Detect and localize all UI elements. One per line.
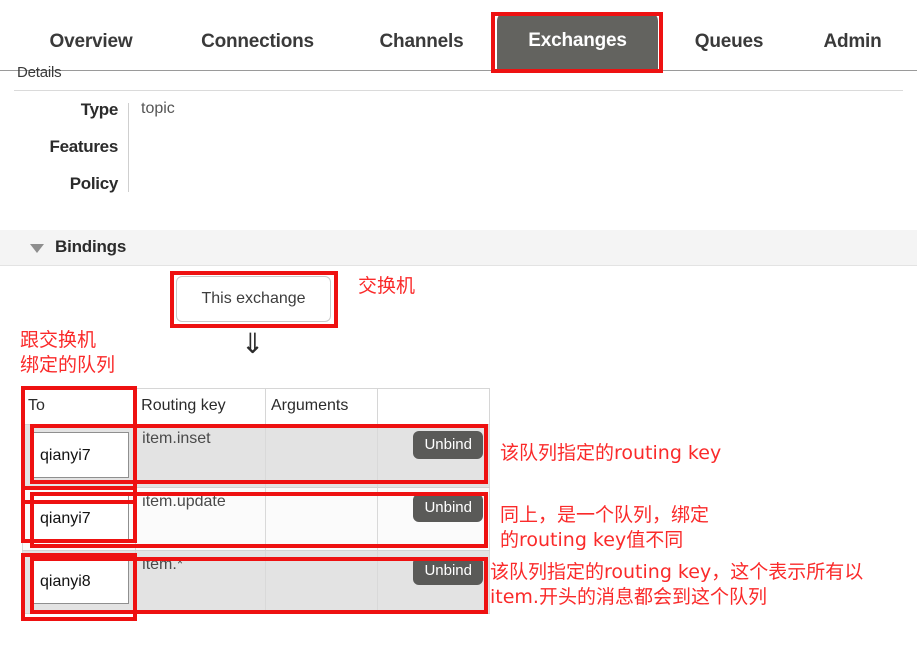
cell-action: Unbind [376, 487, 491, 551]
detail-key-policy: Policy [69, 174, 119, 193]
unbind-button[interactable]: Unbind [413, 557, 483, 585]
annotation-text-exchange: 交换机 [358, 275, 416, 297]
nav-tab-overview[interactable]: Overview [31, 13, 151, 70]
cell-arguments [265, 550, 378, 614]
unbind-button[interactable]: Unbind [413, 494, 483, 522]
bindings-section-title: Bindings [55, 237, 127, 256]
details-divider-rule [14, 90, 903, 91]
nav-tab-exchanges[interactable]: Exchanges [497, 12, 658, 70]
triangle-down-icon[interactable] [30, 244, 44, 253]
table-row: qianyi7 item.inset Unbind [21, 424, 491, 488]
arguments-value [266, 425, 377, 430]
queue-link-qianyi7[interactable]: qianyi7 [30, 495, 130, 541]
queue-link-qianyi8[interactable]: qianyi8 [30, 558, 130, 604]
cell-routing-key: item.* [135, 550, 266, 614]
cell-to: qianyi8 [21, 550, 137, 614]
column-header-to[interactable]: To [21, 388, 137, 425]
details-section-label: Details [17, 64, 62, 81]
routing-key-value: item.* [142, 556, 184, 573]
cell-routing-key: item.inset [135, 424, 266, 488]
annotation-text-queues-bound: 跟交换机 绑定的队列 [20, 329, 116, 376]
bindings-table: To Routing key Arguments qianyi7 item.in… [21, 388, 491, 614]
unbind-button[interactable]: Unbind [413, 431, 483, 459]
annotation-text-row1: 该队列指定的routing key [500, 442, 722, 464]
arguments-value [266, 551, 377, 556]
routing-key-value: item.inset [142, 430, 211, 447]
detail-row-policy: Policy [0, 174, 430, 211]
nav-tab-channels[interactable]: Channels [362, 13, 481, 70]
annotation-text-row2: 同上，是一个队列，绑定 的routing key值不同 [500, 504, 710, 551]
detail-value-type: topic [141, 100, 175, 117]
bindings-section-header[interactable]: Bindings [0, 230, 917, 266]
cell-action: Unbind [376, 550, 491, 614]
annotation-text-row3: 该队列指定的routing key，这个表示所有以 item.开头的消息都会到这… [490, 561, 864, 608]
double-down-arrow-icon: ⇓ [241, 328, 265, 359]
exchange-details-list: Type topic Features Policy [0, 100, 430, 211]
nav-tab-admin[interactable]: Admin [810, 13, 895, 70]
table-row: qianyi8 item.* Unbind [21, 550, 491, 614]
queue-link-qianyi7[interactable]: qianyi7 [30, 432, 130, 478]
arguments-value [266, 488, 377, 493]
nav-tab-connections[interactable]: Connections [181, 13, 334, 70]
cell-arguments [265, 487, 378, 551]
cell-to: qianyi7 [21, 487, 137, 551]
table-row: qianyi7 item.update Unbind [21, 487, 491, 551]
column-header-routing-key[interactable]: Routing key [135, 388, 266, 425]
main-navigation-bar: Overview Connections Channels Exchanges … [0, 0, 917, 71]
cell-routing-key: item.update [135, 487, 266, 551]
nav-tab-queues[interactable]: Queues [683, 13, 775, 70]
cell-action: Unbind [376, 424, 491, 488]
column-header-arguments[interactable]: Arguments [265, 388, 378, 425]
cell-arguments [265, 424, 378, 488]
table-header-row: To Routing key Arguments [21, 388, 491, 425]
routing-key-value: item.update [142, 493, 226, 510]
cell-to: qianyi7 [21, 424, 137, 488]
this-exchange-button[interactable]: This exchange [176, 276, 331, 322]
detail-key-type: Type [80, 100, 119, 119]
detail-key-features: Features [49, 137, 119, 156]
column-header-actions [376, 388, 491, 425]
detail-row-features: Features [0, 137, 430, 174]
detail-row-type: Type topic [0, 100, 430, 137]
